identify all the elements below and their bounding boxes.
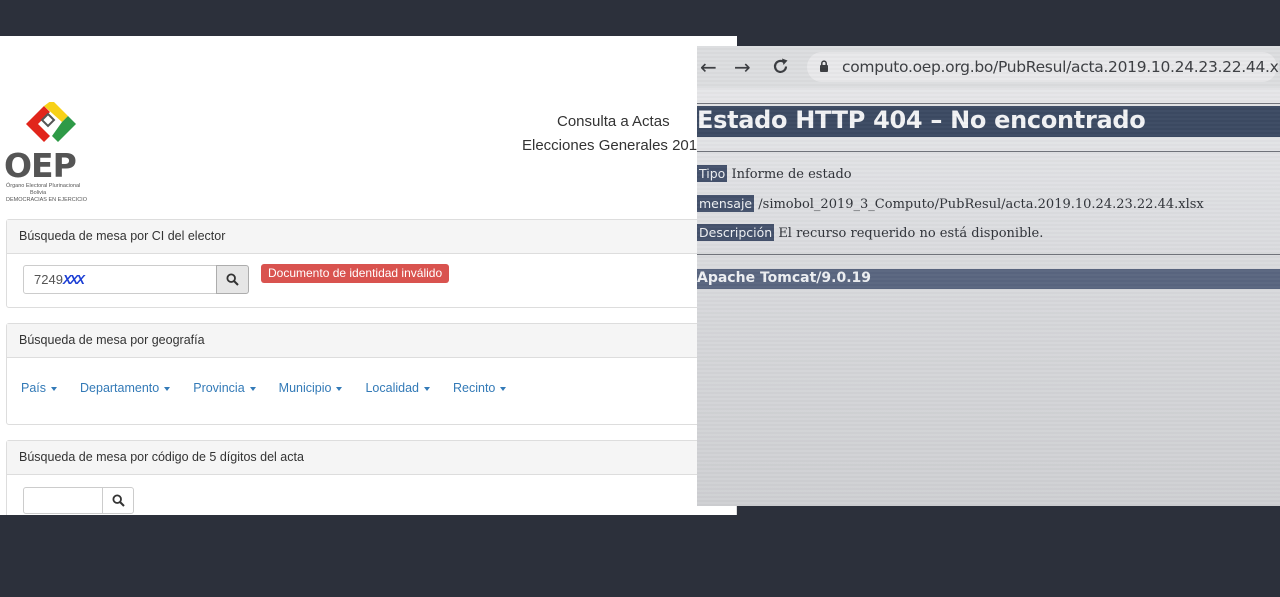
dropdown-recinto-label: Recinto [452, 381, 496, 395]
oep-page: OEP Órgano Electoral Plurinacional Boliv… [0, 36, 737, 515]
oep-logo-emblem-icon [26, 102, 76, 142]
code-input[interactable] [23, 487, 103, 514]
tomcat-404-photo: ← → computo.oep.org.bo/PubResul/acta.201… [697, 46, 1280, 506]
divider [697, 254, 1280, 255]
dropdown-provincia-label: Provincia [193, 381, 245, 395]
page-title: Consulta a Actas [557, 113, 670, 130]
arrow-left-icon[interactable]: ← [700, 55, 717, 79]
dropdown-pais[interactable]: País [21, 381, 58, 395]
code-search-heading: Búsqueda de mesa por código de 5 dígitos… [7, 441, 736, 475]
dropdown-municipio-label: Municipio [278, 381, 332, 395]
divider [697, 103, 1280, 104]
oep-subtitle: Órgano Electoral Plurinacional [6, 183, 81, 189]
caret-down-icon [336, 386, 343, 391]
caret-down-icon [51, 386, 58, 391]
tomcat-row-description: Descripción El recurso requerido no está… [697, 224, 1044, 241]
caret-down-icon [164, 386, 171, 391]
code-search-panel: Búsqueda de mesa por código de 5 dígitos… [6, 440, 737, 515]
browser-toolbar: ← → computo.oep.org.bo/PubResul/acta.201… [697, 46, 1280, 88]
caret-down-icon [423, 386, 430, 391]
address-bar-url: computo.oep.org.bo/PubResul/acta.2019.10… [842, 58, 1280, 76]
divider [697, 151, 1280, 152]
code-search-button[interactable] [102, 487, 134, 514]
dropdown-localidad-label: Localidad [365, 381, 419, 395]
geo-dropdown-nav: País Departamento Provincia Municipio Lo… [21, 381, 529, 395]
dropdown-localidad[interactable]: Localidad [365, 381, 430, 395]
geo-search-heading: Búsqueda de mesa por geografía [7, 324, 736, 358]
page-subtitle: Elecciones Generales 2019 [522, 137, 706, 154]
row-value-type: Informe de estado [731, 167, 852, 182]
dropdown-provincia[interactable]: Provincia [193, 381, 256, 395]
row-label-description: Descripción [697, 224, 775, 241]
ci-input-redaction: XXX [62, 272, 85, 287]
lock-icon [820, 60, 828, 72]
oep-tagline: DEMOCRACIAS EN EJERCICIO [6, 197, 87, 203]
arrow-right-icon[interactable]: → [734, 55, 751, 79]
search-icon [111, 494, 125, 507]
ci-error-label: Documento de identidad inválido [261, 264, 450, 283]
dropdown-departamento-label: Departamento [80, 381, 160, 395]
tomcat-row-type: Tipo Informe de estado [697, 165, 852, 182]
reload-icon[interactable] [771, 57, 790, 76]
ci-input-value: 7249 [34, 272, 63, 287]
ci-search-button[interactable] [216, 265, 249, 294]
row-value-message: /simobol_2019_3_Computo/PubResul/acta.20… [758, 197, 1204, 212]
dropdown-recinto[interactable]: Recinto [452, 381, 507, 395]
dropdown-departamento[interactable]: Departamento [80, 381, 171, 395]
row-label-type: Tipo [697, 165, 728, 182]
dropdown-pais-label: País [21, 381, 47, 395]
server-version: Apache Tomcat/9.0.19 [697, 270, 871, 286]
ci-input[interactable]: 7249XXX [23, 265, 217, 294]
dropdown-municipio[interactable]: Municipio [279, 381, 343, 395]
search-icon [226, 273, 239, 286]
error-title: Estado HTTP 404 – No encontrado [697, 106, 1146, 134]
oep-wordmark: OEP [4, 146, 77, 185]
oep-country: Bolivia [30, 190, 47, 196]
row-label-message: mensaje [697, 195, 755, 212]
geo-search-panel: Búsqueda de mesa por geografía País Depa… [6, 323, 737, 425]
tomcat-row-message: mensaje /simobol_2019_3_Computo/PubResul… [697, 195, 1204, 212]
ci-search-heading: Búsqueda de mesa por CI del elector [7, 220, 736, 254]
row-value-description: El recurso requerido no está disponible. [778, 226, 1044, 241]
oep-logo: OEP Órgano Electoral Plurinacional Boliv… [4, 102, 100, 208]
caret-down-icon [249, 386, 256, 391]
caret-down-icon [500, 386, 507, 391]
ci-search-panel: Búsqueda de mesa por CI del elector 7249… [6, 219, 737, 308]
